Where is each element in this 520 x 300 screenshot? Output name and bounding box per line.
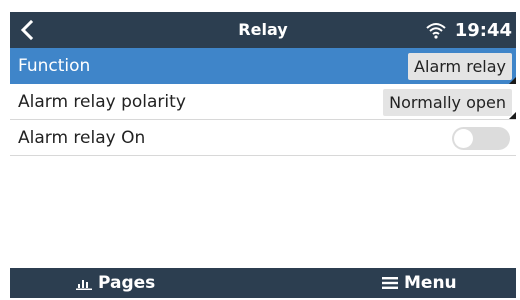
- pages-button[interactable]: Pages: [76, 268, 155, 298]
- status-area: 19:44: [425, 12, 512, 48]
- row-alarm-relay-polarity[interactable]: Alarm relay polarity Normally open: [10, 84, 516, 120]
- alarm-relay-on-toggle[interactable]: [452, 127, 510, 150]
- menu-button[interactable]: Menu: [382, 268, 457, 298]
- menu-label: Menu: [404, 273, 457, 293]
- bar-chart-icon: [76, 280, 92, 290]
- row-alarm-relay-on[interactable]: Alarm relay On: [10, 120, 516, 156]
- polarity-value[interactable]: Normally open: [383, 89, 512, 116]
- alarm-relay-on-label: Alarm relay On: [18, 128, 146, 148]
- header-bar: Relay 19:44: [10, 12, 516, 48]
- function-label: Function: [18, 56, 91, 76]
- toggle-knob: [454, 129, 473, 148]
- submenu-indicator-icon: [509, 112, 516, 119]
- footer-bar: Pages Menu: [10, 268, 516, 298]
- pages-label: Pages: [98, 273, 156, 293]
- screen: Relay 19:44 Function Alarm relay Alarm r…: [10, 12, 516, 298]
- hamburger-menu-icon: [382, 277, 398, 289]
- clock: 19:44: [454, 19, 512, 41]
- wifi-icon: [426, 23, 446, 39]
- row-function[interactable]: Function Alarm relay: [10, 48, 516, 84]
- function-value[interactable]: Alarm relay: [408, 53, 512, 80]
- submenu-indicator-icon: [509, 77, 516, 84]
- polarity-label: Alarm relay polarity: [18, 92, 186, 112]
